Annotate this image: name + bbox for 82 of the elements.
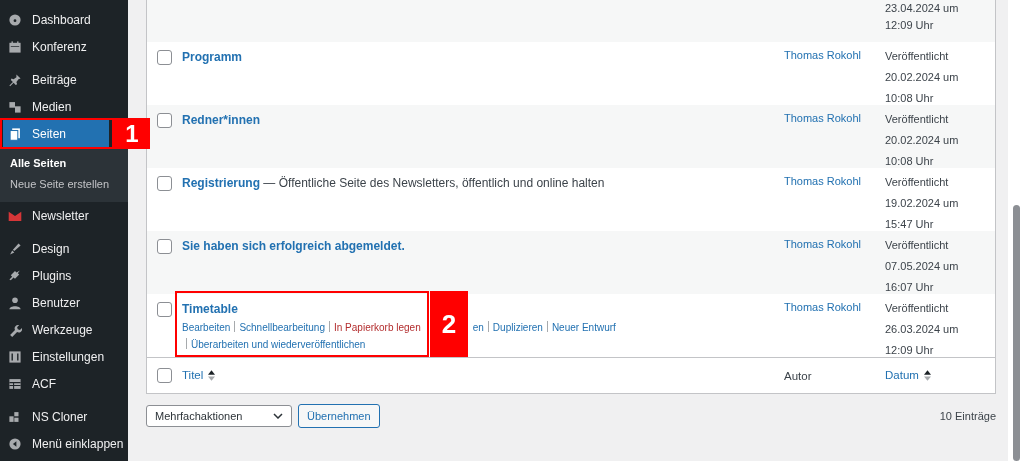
column-header[interactable]: Titel [182,367,204,384]
row-action-link[interactable]: Überarbeiten und wiederveröffentlichen [182,339,366,350]
collapse-icon [8,436,22,451]
date-text: 07.05.2024 um [885,259,960,274]
wrench-icon [8,322,22,337]
time-text: 12:09 Uhr [885,343,935,358]
page-title-link[interactable]: Redner*innen [182,113,260,127]
menu-item[interactable]: Medien [0,93,128,120]
menu-item[interactable]: Benutzer [0,289,128,316]
date-text: 19.02.2024 um [885,196,960,211]
menu-item[interactable]: Einstellungen [0,343,128,370]
time-text: 10:08 Uhr [885,91,935,106]
menu-item[interactable]: Design [0,235,128,262]
sort-icon[interactable] [923,370,931,381]
status-text: Veröffentlicht [885,49,950,64]
callout-number: 1 [114,118,150,149]
grid-icon [8,376,22,391]
status-text: Veröffentlicht [885,301,950,316]
row-action-link[interactable]: en [472,322,484,333]
author-link[interactable]: Thomas Rokohl [784,301,862,313]
menu-item[interactable]: Konferenz [0,33,128,60]
row-checkbox[interactable] [157,368,172,383]
row-action-link[interactable]: Duplizieren [483,322,543,333]
sort-icon[interactable] [208,370,216,381]
user-icon [8,295,22,310]
menu-item[interactable]: Dashboard [0,6,128,33]
page-title-link[interactable]: Registrierung [182,176,260,190]
media-icon [8,99,22,114]
status-text: Veröffentlicht [885,112,950,127]
page-state-text: — Öffentliche Seite des Newsletters, öffentlich und online halten [263,176,605,190]
calendar-icon [8,39,22,54]
submenu-item[interactable]: Neue Seite erstellen [0,174,128,195]
pin-icon [8,72,22,87]
row-checkbox[interactable] [157,50,172,65]
page-title-link[interactable]: Programm [182,50,243,64]
date-text: 26.03.2024 um [885,322,960,337]
submenu-item[interactable]: Alle Seiten [0,153,128,174]
menu-item[interactable]: Plugins [0,262,128,289]
page-title-link[interactable]: Timetable [182,302,238,316]
chevron-icon [273,413,283,419]
column-header: Autor [784,369,812,382]
menu-item[interactable]: Werkzeuge [0,316,128,343]
status-text: Veröffentlicht [885,175,950,190]
sliders-icon [8,349,22,364]
date-text: 23.04.2024 um [885,1,960,16]
plug-icon [8,268,22,283]
trash-link[interactable]: In Papierkorb legen [325,322,421,333]
blocks-icon [8,409,22,424]
menu-item[interactable]: NS Cloner [0,403,128,430]
bulk-actions-dropdown[interactable]: Mehrfachaktionen [146,405,292,427]
menu-item[interactable]: Newsletter [0,202,128,229]
row-action-link[interactable]: Neuer Entwurf [542,322,616,333]
row-checkbox[interactable] [157,113,172,128]
pages-icon [8,126,22,141]
menu-item[interactable]: Seiten [3,120,109,147]
time-text: 16:07 Uhr [885,280,935,295]
author-link[interactable]: Thomas Rokohl [784,49,862,61]
apply-button[interactable]: Übernehmen [298,404,380,428]
dashboard-icon [8,12,22,27]
author-link[interactable]: Thomas Rokohl [784,238,862,250]
author-link[interactable]: Thomas Rokohl [784,175,862,187]
menu-item[interactable]: Beiträge [0,66,128,93]
date-text: 20.02.2024 um [885,70,960,85]
time-text: 15:47 Uhr [885,217,935,232]
author-link[interactable]: Thomas Rokohl [784,112,862,124]
item-count: 10 Einträge [939,410,996,422]
row-action-link[interactable]: Bearbeiten [182,322,231,333]
menu-item[interactable]: Menü einklappen [0,430,128,457]
menu-item[interactable]: ACF [0,370,128,397]
status-text: Veröffentlicht [885,238,950,253]
scrollbar[interactable] [1008,0,1024,461]
row-action-link[interactable]: Schnellbearbeitung [230,322,325,333]
column-header[interactable]: Datum [885,365,919,386]
callout-number: 2 [430,291,468,357]
row-checkbox[interactable] [157,176,172,191]
brush-icon [8,241,22,256]
row-checkbox[interactable] [157,239,172,254]
page-title-link[interactable]: Sie haben sich erfolgreich abgemeldet. [182,239,405,253]
row-checkbox[interactable] [157,302,172,317]
time-text: 10:08 Uhr [885,154,935,169]
date-text: 20.02.2024 um [885,133,960,148]
time-text: 12:09 Uhr [885,18,935,33]
